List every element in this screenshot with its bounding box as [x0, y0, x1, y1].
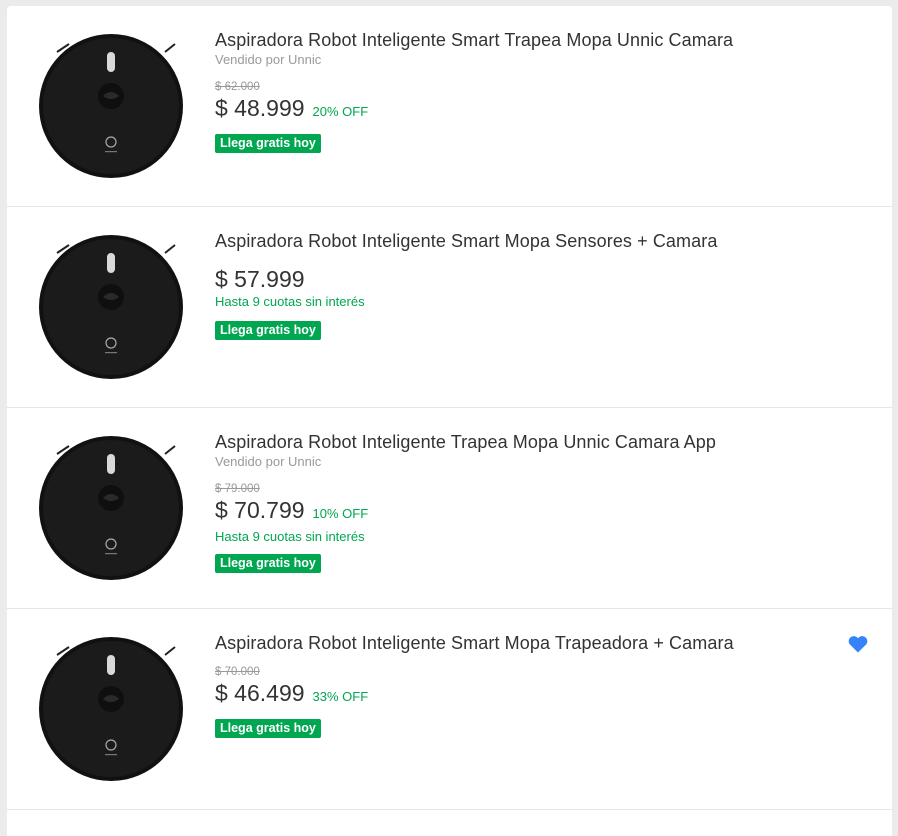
product-image[interactable] — [35, 231, 187, 383]
current-price: $ 46.499 — [215, 680, 305, 706]
product-image[interactable] — [35, 432, 187, 584]
installments-label: Hasta 9 cuotas sin interés — [215, 294, 365, 309]
product-title[interactable]: Aspiradora Robot Inteligente Smart Mopa … — [215, 631, 822, 655]
product-image[interactable] — [35, 633, 187, 785]
discount-label: 33% OFF — [312, 689, 369, 704]
price-row: $ 48.999 20% OFF — [215, 94, 822, 126]
original-price: $ 70.000 — [215, 666, 260, 678]
seller-label: Vendido por Unnic — [215, 52, 322, 67]
price-row: $ 57.999 — [215, 265, 822, 293]
discount-label: 10% OFF — [312, 506, 369, 521]
current-price: $ 57.999 — [215, 266, 305, 292]
shipping-badge: Llega gratis hoy — [215, 321, 321, 340]
results-list: Aspiradora Robot Inteligente Smart Trape… — [7, 6, 892, 836]
original-price: $ 62.000 — [215, 81, 260, 93]
seller-label: Vendido por Unnic — [215, 454, 322, 469]
current-price: $ 48.999 — [215, 95, 305, 121]
list-item[interactable]: Aspiradora Robot Inteligente Trapea Mopa… — [7, 408, 892, 609]
list-item[interactable]: Aspiradora Robot Inteligente Smart Mopa … — [7, 609, 892, 810]
list-item[interactable]: Aspiradora Robot Inteligente Smart Mopa … — [7, 207, 892, 408]
current-price: $ 70.799 — [215, 497, 305, 523]
product-title[interactable]: Aspiradora Robot Inteligente Smart Mopa … — [215, 229, 822, 253]
heart-icon — [848, 636, 868, 653]
robot-vacuum-icon — [39, 436, 183, 580]
price-row: $ 46.499 33% OFF — [215, 679, 822, 711]
product-image[interactable] — [35, 30, 187, 182]
robot-vacuum-icon — [39, 637, 183, 781]
shipping-badge: Llega gratis hoy — [215, 719, 321, 738]
product-title[interactable]: Aspiradora Robot Inteligente Trapea Mopa… — [215, 430, 822, 454]
product-title[interactable]: Aspiradora Robot Inteligente Smart Trape… — [215, 28, 822, 52]
shipping-badge: Llega gratis hoy — [215, 554, 321, 573]
shipping-badge: Llega gratis hoy — [215, 134, 321, 153]
original-price: $ 79.000 — [215, 483, 260, 495]
discount-label: 20% OFF — [312, 104, 369, 119]
price-row: $ 70.799 10% OFF — [215, 496, 822, 528]
robot-vacuum-icon — [39, 235, 183, 379]
robot-vacuum-icon — [39, 34, 183, 178]
installments-label: Hasta 9 cuotas sin interés — [215, 529, 365, 544]
list-item[interactable]: Aspiradora Robot Inteligente Smart Trape… — [7, 6, 892, 207]
favorite-button[interactable] — [848, 635, 868, 655]
